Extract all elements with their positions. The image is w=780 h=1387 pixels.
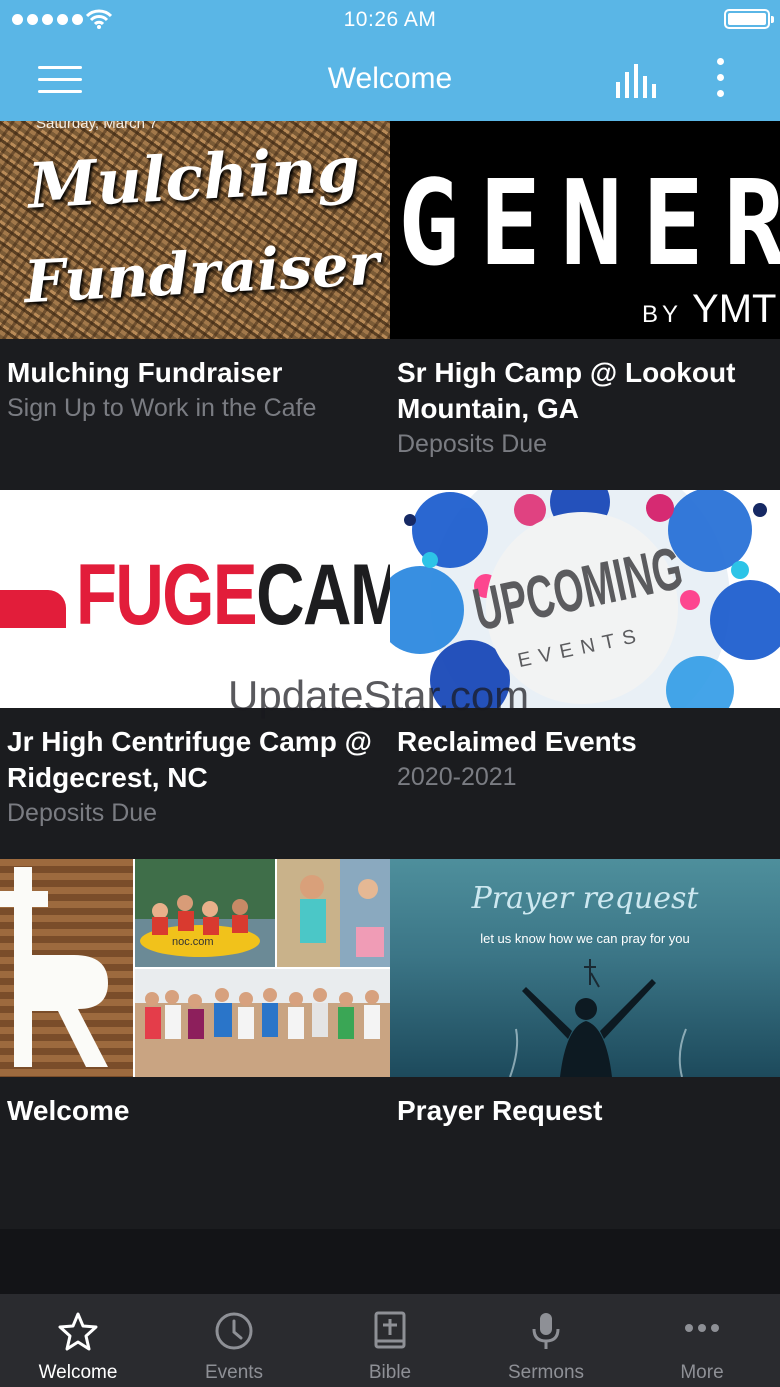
- tile-subtitle: Deposits Due: [7, 799, 158, 827]
- raft-text: noc.com: [172, 936, 214, 948]
- microphone-icon: [532, 1313, 560, 1349]
- image-headline: Mulching: [26, 132, 362, 223]
- status-time: 10:26 AM: [343, 8, 437, 31]
- tile-subtitle: Deposits Due: [397, 430, 548, 458]
- fuge-logo-swoosh: [0, 590, 66, 628]
- image-text-dark: CAMP: [256, 547, 390, 643]
- image-headline: Fundraiser: [22, 229, 381, 317]
- tab-welcome[interactable]: Welcome: [0, 1294, 156, 1387]
- tile-title-text: Reclaimed Events: [397, 726, 637, 757]
- tile-subtitle: Sign Up to Work in the Cafe: [7, 394, 317, 422]
- more-dots-icon: [685, 1324, 719, 1332]
- tile-title-text: Sr High Camp @ Lookout Mountain, GA: [397, 357, 736, 424]
- tab-sermons[interactable]: Sermons: [468, 1294, 624, 1387]
- bottom-tab-bar: Welcome Events Bible Sermons More: [0, 1294, 780, 1387]
- tile-image: Saturday, March 7 Mulching Fundraiser: [0, 121, 390, 339]
- image-date-text: Saturday, March 7: [36, 121, 158, 132]
- image-text-red: FUGE: [76, 547, 258, 643]
- tile-image: noc.com: [0, 859, 390, 1077]
- image-headline: FUGECAMP: [76, 546, 390, 645]
- tab-label: Bible: [368, 1362, 412, 1383]
- audio-bars-icon[interactable]: [612, 62, 664, 102]
- nav-bar: Welcome: [0, 40, 780, 121]
- tab-label: Events: [204, 1362, 264, 1383]
- star-icon: [58, 1312, 98, 1351]
- tile-prayer-request[interactable]: Prayer request let us know how we can pr…: [390, 859, 780, 1229]
- tile-title: Reclaimed Events 2020-2021: [397, 724, 770, 794]
- photo-collage: noc.com: [0, 859, 390, 1077]
- image-brand-text: YMT: [692, 287, 777, 331]
- watermark-text: UpdateStar.com: [228, 672, 530, 719]
- clock-icon: [215, 1312, 253, 1350]
- battery-icon: [724, 9, 774, 29]
- tab-more[interactable]: More: [624, 1294, 780, 1387]
- tile-title: Jr High Centrifuge Camp @ Ridgecrest, NC…: [7, 724, 380, 830]
- tile-title: Welcome: [7, 1093, 380, 1129]
- tab-label: More: [680, 1362, 724, 1383]
- tile-welcome[interactable]: noc.com Welcome: [0, 859, 390, 1229]
- tile-title: Mulching Fundraiser Sign Up to Work in t…: [7, 355, 380, 425]
- tab-label: Sermons: [507, 1362, 585, 1383]
- tile-sr-high-camp[interactable]: GENERAT BY YMT Sr High Camp @ Lookout Mou…: [390, 121, 780, 491]
- tile-mulching-fundraiser[interactable]: Saturday, March 7 Mulching Fundraiser Mu…: [0, 121, 390, 491]
- tile-title: Sr High Camp @ Lookout Mountain, GA Depo…: [397, 355, 770, 461]
- image-headline: GENERAT: [398, 156, 780, 293]
- tile-title: Prayer Request: [397, 1093, 770, 1129]
- praying-silhouette: [509, 959, 687, 1077]
- tile-title-text: Mulching Fundraiser: [7, 357, 283, 388]
- image-brand: BY YMT: [642, 287, 776, 332]
- status-bar: 10:26 AM: [0, 0, 780, 40]
- bible-icon: [374, 1311, 406, 1349]
- tile-title-text: Welcome: [7, 1095, 130, 1126]
- tab-bible[interactable]: Bible: [312, 1294, 468, 1387]
- image-by-text: BY: [642, 301, 683, 328]
- overflow-menu-icon[interactable]: [708, 58, 732, 102]
- tile-image: Prayer request let us know how we can pr…: [390, 859, 780, 1077]
- tile-image: GENERAT BY YMT: [390, 121, 780, 339]
- tile-title-text: Jr High Centrifuge Camp @ Ridgecrest, NC: [7, 726, 372, 793]
- tab-events[interactable]: Events: [156, 1294, 312, 1387]
- tab-label: Welcome: [38, 1362, 118, 1383]
- tile-title-text: Prayer Request: [397, 1095, 603, 1126]
- tile-subtitle: 2020-2021: [397, 763, 517, 791]
